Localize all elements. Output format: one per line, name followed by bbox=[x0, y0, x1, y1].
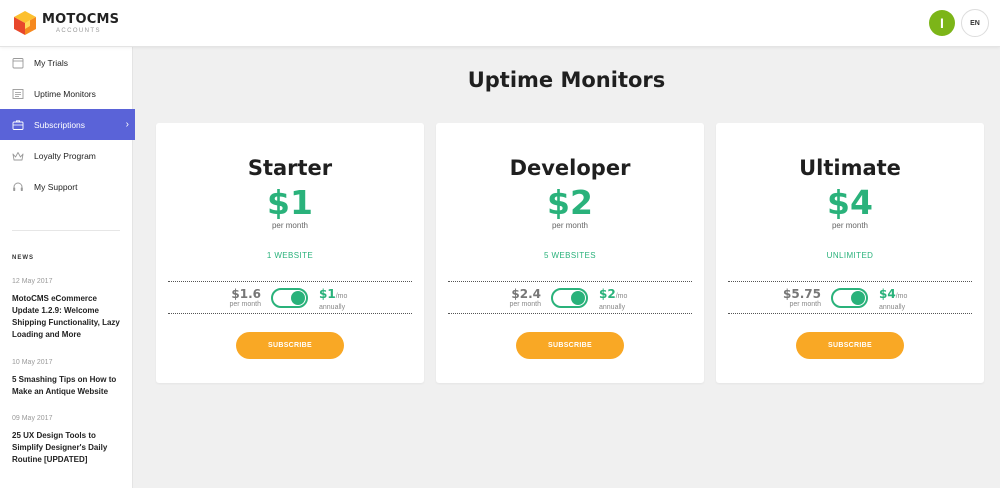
toggle-knob bbox=[571, 291, 585, 305]
plan-period: per month bbox=[831, 221, 869, 230]
annual-option: $4/mo annually bbox=[879, 287, 907, 312]
plan-price: $1 bbox=[267, 183, 313, 222]
news-section-title: NEWS bbox=[12, 255, 34, 261]
calendar-icon bbox=[12, 57, 24, 69]
annual-price: $2 bbox=[599, 287, 616, 301]
sidebar-item-subscriptions[interactable]: Subscriptions › bbox=[0, 109, 135, 140]
briefcase-icon bbox=[12, 119, 24, 131]
monthly-option: $1.6 per month bbox=[229, 287, 261, 309]
sidebar-item-label: My Trials bbox=[34, 57, 68, 68]
sidebar-item-label: Loyalty Program bbox=[34, 150, 96, 161]
annual-option: $2/mo annually bbox=[599, 287, 627, 312]
subscribe-button[interactable]: SUBSCRIBE bbox=[236, 332, 344, 359]
top-header: MOTOCMS ACCOUNTS I EN bbox=[0, 0, 1000, 47]
sidebar-item-loyalty-program[interactable]: Loyalty Program bbox=[0, 140, 135, 171]
user-avatar[interactable]: I bbox=[929, 10, 955, 36]
annual-option: $1/mo annually bbox=[319, 287, 347, 312]
page-title: Uptime Monitors bbox=[467, 68, 666, 92]
sidebar-item-my-support[interactable]: My Support bbox=[0, 171, 135, 202]
annual-label: annually bbox=[599, 304, 626, 311]
sidebar-item-label: Subscriptions bbox=[34, 119, 86, 130]
billing-toggle[interactable] bbox=[271, 288, 308, 308]
annual-label: annually bbox=[319, 304, 346, 311]
dotted-divider bbox=[448, 313, 692, 314]
toggle-knob bbox=[851, 291, 865, 305]
annual-label: annually bbox=[879, 304, 906, 311]
sidebar-divider bbox=[12, 230, 120, 231]
monthly-price: $1.6 bbox=[231, 287, 261, 301]
brand-sub: ACCOUNTS bbox=[56, 27, 101, 34]
crown-icon bbox=[12, 150, 24, 162]
plan-feature: 5 WEBSITES bbox=[543, 251, 596, 260]
plan-name: Developer bbox=[509, 156, 631, 180]
motocms-logo[interactable]: MOTOCMS ACCOUNTS bbox=[13, 9, 119, 37]
plan-period: per month bbox=[551, 221, 589, 230]
news-date: 09 May 2017 bbox=[12, 415, 53, 422]
plan-card-starter: Starter $1 per month 1 WEBSITE $1.6 per … bbox=[156, 123, 424, 383]
sidebar-item-label: My Support bbox=[34, 181, 78, 192]
plan-price: $4 bbox=[827, 183, 873, 222]
brand-name: MOTOCMS bbox=[42, 11, 120, 27]
annual-price: $1 bbox=[319, 287, 336, 301]
annual-unit: /mo bbox=[895, 293, 908, 300]
news-headline[interactable]: 25 UX Design Tools to Simplify Designer'… bbox=[12, 430, 124, 466]
monthly-price: $2.4 bbox=[511, 287, 541, 301]
news-headline[interactable]: 5 Smashing Tips on How to Make an Antiqu… bbox=[12, 374, 124, 398]
plan-card-developer: Developer $2 per month 5 WEBSITES $2.4 p… bbox=[436, 123, 704, 383]
news-date: 10 May 2017 bbox=[12, 359, 53, 366]
sidebar-item-my-trials[interactable]: My Trials bbox=[0, 47, 135, 78]
monitor-icon bbox=[12, 88, 24, 100]
subscribe-button[interactable]: SUBSCRIBE bbox=[516, 332, 624, 359]
billing-toggle[interactable] bbox=[831, 288, 868, 308]
annual-price: $4 bbox=[879, 287, 896, 301]
monthly-option: $5.75 per month bbox=[783, 287, 821, 309]
plan-name: Ultimate bbox=[799, 156, 901, 180]
plan-feature: UNLIMITED bbox=[826, 251, 874, 260]
plan-name: Starter bbox=[247, 156, 333, 180]
plan-price: $2 bbox=[547, 183, 593, 222]
headset-icon bbox=[12, 181, 24, 193]
billing-selector: $2.4 per month $2/mo annually bbox=[436, 287, 704, 312]
billing-selector: $5.75 per month $4/mo annually bbox=[716, 287, 984, 312]
dotted-divider bbox=[168, 281, 412, 282]
logo-cube-icon bbox=[14, 11, 36, 35]
monthly-label: per month bbox=[789, 301, 821, 308]
sidebar: My Trials Uptime Monitors Subscriptions … bbox=[0, 47, 135, 488]
monthly-price: $5.75 bbox=[783, 287, 821, 301]
toggle-knob bbox=[291, 291, 305, 305]
monthly-label: per month bbox=[229, 301, 261, 308]
language-switcher[interactable]: EN bbox=[961, 9, 989, 37]
sidebar-item-label: Uptime Monitors bbox=[34, 88, 96, 99]
sidebar-item-uptime-monitors[interactable]: Uptime Monitors bbox=[0, 78, 135, 109]
dotted-divider bbox=[728, 313, 972, 314]
dotted-divider bbox=[448, 281, 692, 282]
news-date: 12 May 2017 bbox=[12, 278, 53, 285]
plan-card-ultimate: Ultimate $4 per month UNLIMITED $5.75 pe… bbox=[716, 123, 984, 383]
subscribe-button[interactable]: SUBSCRIBE bbox=[796, 332, 904, 359]
plan-period: per month bbox=[271, 221, 309, 230]
annual-unit: /mo bbox=[335, 293, 348, 300]
monthly-option: $2.4 per month bbox=[509, 287, 541, 309]
plan-feature: 1 WEBSITE bbox=[266, 251, 314, 260]
dotted-divider bbox=[728, 281, 972, 282]
news-headline[interactable]: MotoCMS eCommerce Update 1.2.9: Welcome … bbox=[12, 293, 124, 341]
chevron-right-icon: › bbox=[125, 119, 129, 130]
monthly-label: per month bbox=[509, 301, 541, 308]
annual-unit: /mo bbox=[615, 293, 628, 300]
dotted-divider bbox=[168, 313, 412, 314]
billing-selector: $1.6 per month $1/mo annually bbox=[156, 287, 424, 312]
billing-toggle[interactable] bbox=[551, 288, 588, 308]
